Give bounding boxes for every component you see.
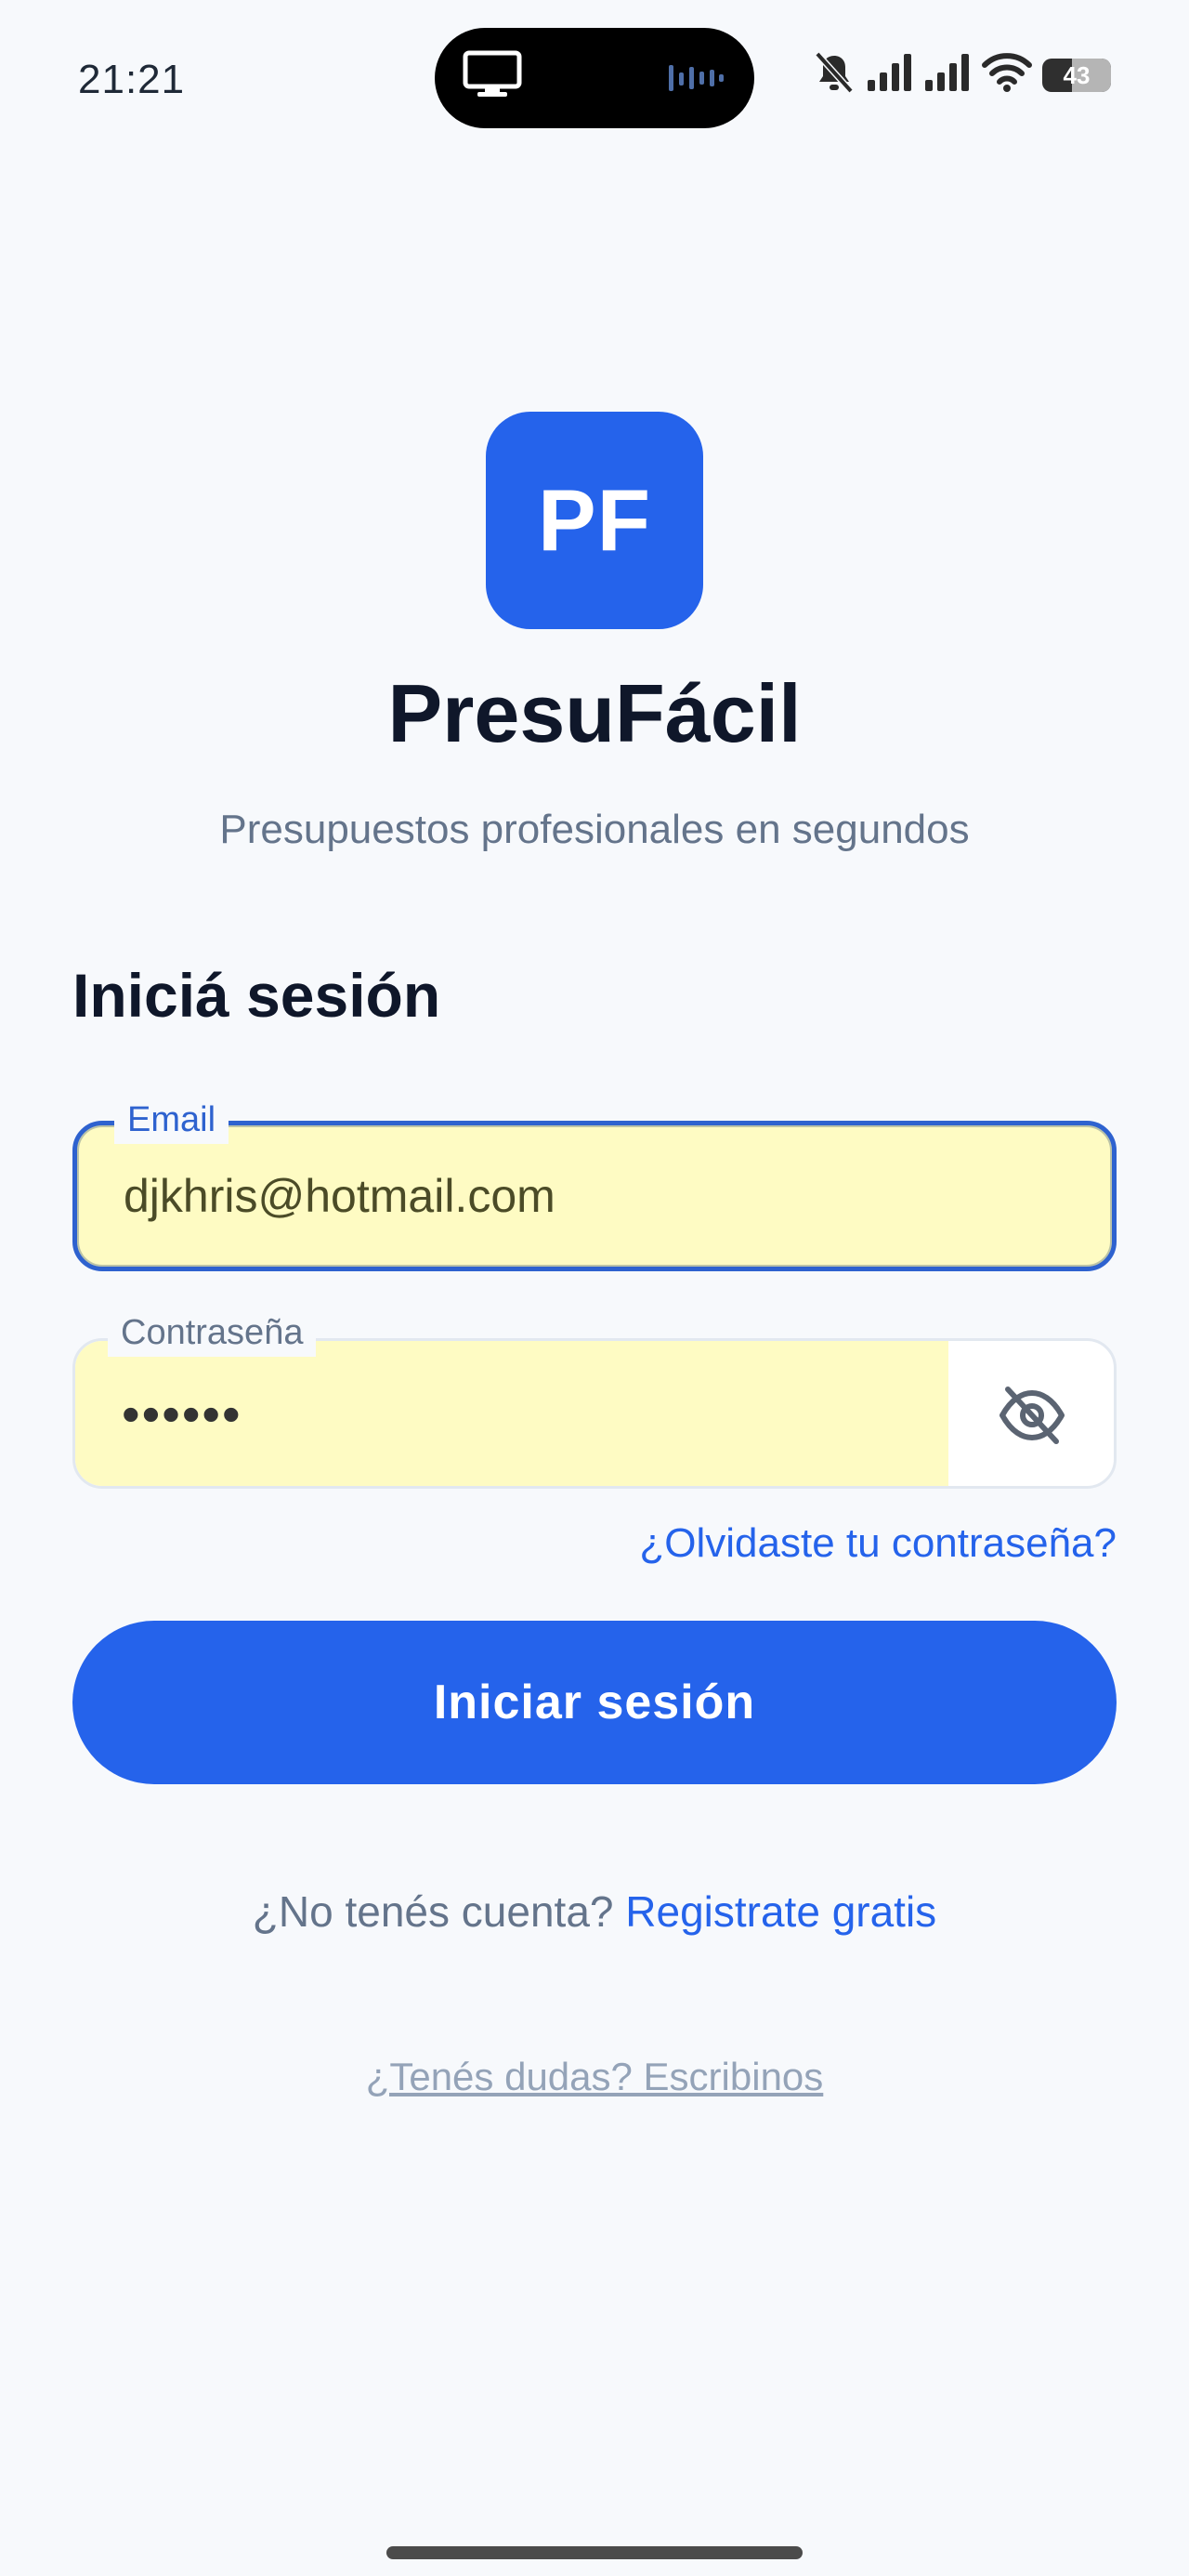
wifi-icon	[981, 52, 1033, 98]
register-row: ¿No tenés cuenta? Registrate gratis	[0, 1879, 1189, 1944]
login-title: Iniciá sesión	[72, 961, 441, 1030]
email-field[interactable]: Email djkhris@hotmail.com	[72, 1096, 1117, 1271]
app-logo: PF	[486, 412, 703, 629]
register-link[interactable]: Registrate gratis	[625, 1887, 936, 1936]
status-time: 21:21	[78, 57, 186, 102]
forgot-password-link[interactable]: ¿Olvidaste tu contraseña?	[639, 1513, 1117, 1574]
battery-level: 43	[1063, 60, 1091, 89]
app-name: PresuFácil	[387, 667, 802, 759]
email-value[interactable]: djkhris@hotmail.com	[124, 1125, 555, 1267]
signal-icon	[866, 52, 914, 98]
audio-wave-icon	[667, 61, 725, 99]
eye-off-icon[interactable]	[997, 1382, 1067, 1453]
status-icons: 43	[812, 50, 1111, 99]
screen-cast-icon	[463, 50, 522, 103]
login-button[interactable]: Iniciar sesión	[72, 1621, 1117, 1784]
signal-icon	[923, 52, 972, 98]
home-indicator[interactable]	[386, 2546, 803, 2559]
no-account-text: ¿No tenés cuenta?	[252, 1887, 626, 1936]
help-contact-link[interactable]: ¿Tenés dudas? Escribinos	[0, 2044, 1189, 2109]
dynamic-island	[435, 28, 754, 128]
password-field[interactable]: ••••••	[72, 1338, 1117, 1489]
bell-off-icon	[812, 50, 856, 99]
app-tagline: Presupuestos profesionales en segundos	[219, 807, 970, 852]
password-label: Contraseña	[108, 1308, 317, 1357]
password-value[interactable]: ••••••	[122, 1341, 242, 1486]
battery-icon: 43	[1042, 58, 1111, 92]
